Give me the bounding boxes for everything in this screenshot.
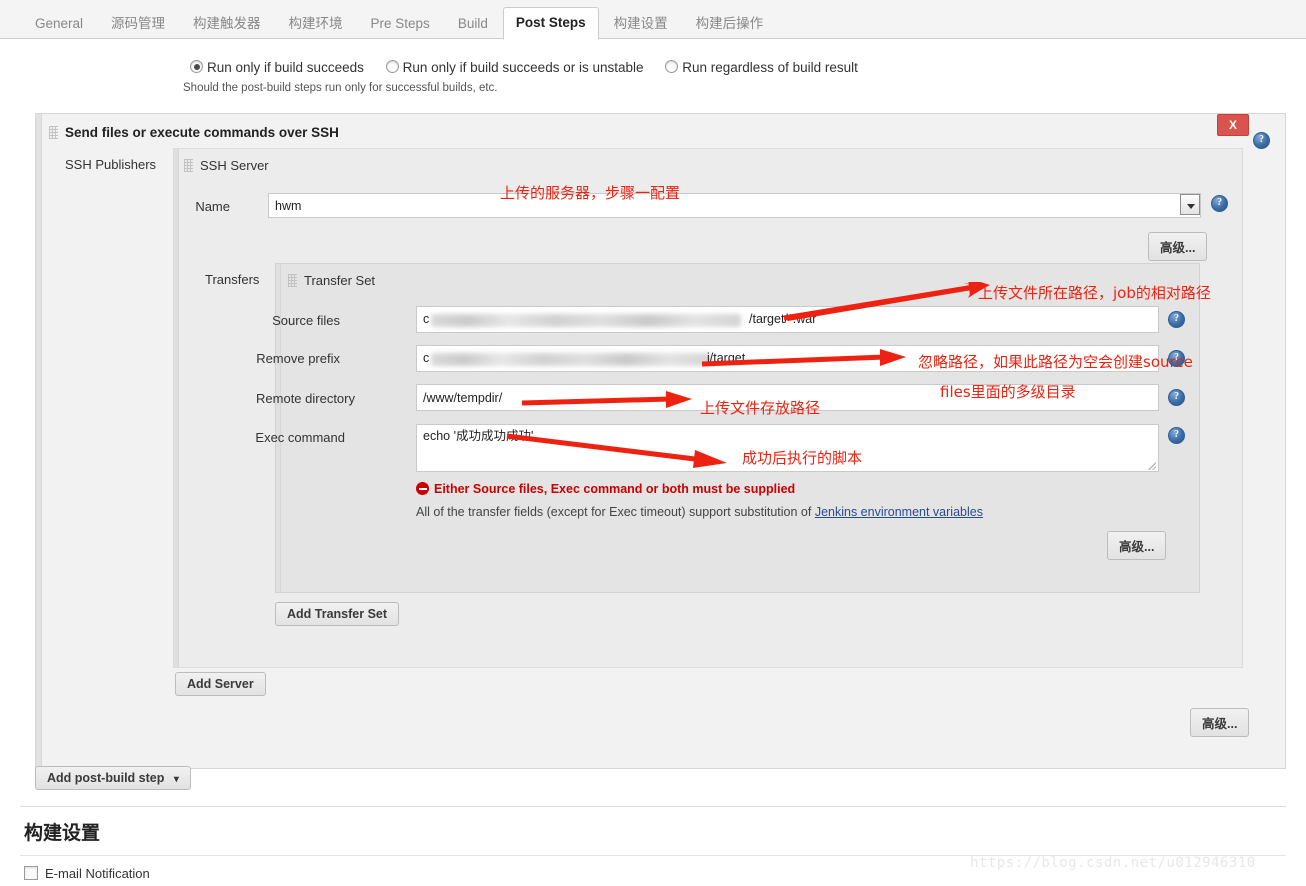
annotation-source-files: 上传文件所在路径，job的相对路径 [978, 284, 1211, 302]
tab-post-build-actions[interactable]: 构建后操作 [683, 8, 777, 40]
tab-build-environment[interactable]: 构建环境 [276, 8, 356, 40]
source-files-label: Source files [272, 313, 340, 328]
tab-build-triggers[interactable]: 构建触发器 [180, 8, 274, 40]
radio-button-icon[interactable] [385, 60, 399, 73]
transfer-set-title: Transfer Set [288, 273, 375, 288]
block-drag-bar[interactable] [36, 114, 42, 768]
ssh-server-title-text: SSH Server [200, 158, 269, 173]
help-icon[interactable]: ? [1168, 427, 1185, 444]
validation-error: Either Source files, Exec command or bot… [416, 482, 795, 496]
server-name-input[interactable] [268, 193, 1201, 218]
build-settings-heading: 构建设置 [24, 822, 101, 844]
transfer-set-title-text: Transfer Set [304, 273, 376, 288]
run-condition-help-text: Should the post-build steps run only for… [183, 82, 498, 94]
chevron-down-icon[interactable] [1180, 194, 1200, 215]
run-condition-option-regardless[interactable]: Run regardless of build result [665, 58, 858, 78]
error-icon [416, 482, 429, 495]
redacted-path-blur [431, 353, 711, 366]
help-icon[interactable]: ? [1168, 311, 1185, 328]
annotation-arrow-remote-directory [521, 391, 692, 408]
transfer-fields-note: All of the transfer fields (except for E… [416, 505, 983, 519]
exec-command-label: Exec command [255, 430, 345, 445]
close-button[interactable]: X [1217, 114, 1249, 136]
textarea-resize-handle[interactable] [1148, 462, 1156, 470]
source-files-visible-prefix: c [423, 312, 430, 326]
run-condition-label-0: Run only if build succeeds [207, 60, 364, 75]
jenkins-env-vars-link[interactable]: Jenkins environment variables [815, 505, 983, 519]
remove-prefix-label: Remove prefix [256, 351, 340, 366]
checkbox-icon[interactable] [24, 866, 38, 880]
add-server-button[interactable]: Add Server [175, 672, 266, 696]
run-condition-group: Run only if build succeeds Run only if b… [0, 58, 1306, 94]
annotation-arrow-source-files [783, 282, 990, 321]
annotation-arrow-exec-command [506, 433, 727, 468]
run-condition-label-1: Run only if build succeeds or is unstabl… [402, 60, 644, 75]
tab-general[interactable]: General [22, 8, 96, 40]
ssh-publishers-label: SSH Publishers [65, 157, 157, 172]
transfers-label: Transfers [205, 272, 260, 287]
validation-error-text: Either Source files, Exec command or bot… [434, 482, 796, 496]
email-notification-label: E-mail Notification [45, 866, 150, 881]
add-post-build-step-button[interactable]: Add post-build step ▾ [35, 766, 191, 790]
annotation-server: 上传的服务器，步骤一配置 [500, 184, 681, 202]
ssh-block-title: Send files or execute commands over SSH [49, 125, 339, 140]
tab-build-settings[interactable]: 构建设置 [601, 8, 681, 40]
ssh-block-advanced-button[interactable]: 高级... [1190, 708, 1250, 737]
add-transfer-set-button[interactable]: Add Transfer Set [275, 602, 400, 626]
tab-post-steps[interactable]: Post Steps [502, 7, 599, 40]
ssh-block-title-text: Send files or execute commands over SSH [65, 125, 339, 140]
run-condition-options: Run only if build succeeds Run only if b… [0, 58, 1306, 78]
help-icon[interactable]: ? [1168, 389, 1185, 406]
server-advanced-button[interactable]: 高级... [1148, 232, 1208, 261]
annotation-arrow-remove-prefix [701, 349, 906, 367]
run-condition-option-succeeds[interactable]: Run only if build succeeds [190, 58, 364, 78]
watermark: https://blog.csdn.net/u012946310 [970, 855, 1256, 871]
remote-directory-label: Remote directory [256, 391, 355, 406]
remove-prefix-visible-prefix: c [423, 351, 430, 365]
radio-button-icon[interactable] [665, 60, 679, 73]
tab-build[interactable]: Build [445, 8, 501, 40]
drag-handle-icon[interactable] [288, 274, 297, 287]
section-divider [20, 806, 1286, 807]
annotation-exec-command: 成功后执行的脚本 [742, 449, 863, 467]
annotation-remove-prefix-line1: 忽略路径，如果此路径为空会创建source [918, 353, 1193, 371]
chevron-down-icon: ▾ [173, 774, 179, 785]
server-panel-drag-bar[interactable] [174, 149, 179, 667]
help-icon[interactable]: ? [1253, 132, 1270, 149]
ssh-server-title: SSH Server [184, 158, 269, 173]
name-label: Name [195, 199, 230, 214]
server-name-select[interactable] [268, 193, 1201, 218]
annotation-remove-prefix-line2: files里面的多级目录 [940, 383, 1076, 401]
add-post-build-step-label: Add post-build step [47, 771, 165, 785]
note-prefix-text: All of the transfer fields (except for E… [416, 505, 815, 519]
drag-handle-icon[interactable] [184, 159, 193, 172]
transfer-advanced-button[interactable]: 高级... [1107, 531, 1167, 560]
help-icon[interactable]: ? [1211, 195, 1228, 212]
tab-source-management[interactable]: 源码管理 [98, 8, 178, 40]
annotation-remote-directory: 上传文件存放路径 [700, 399, 821, 417]
run-condition-option-unstable[interactable]: Run only if build succeeds or is unstabl… [385, 58, 644, 78]
tab-list: General 源码管理 构建触发器 构建环境 Pre Steps Build … [0, 0, 1306, 40]
redacted-path-blur [431, 314, 741, 327]
radio-button-icon[interactable] [190, 60, 203, 73]
drag-handle-icon[interactable] [49, 126, 58, 139]
tab-pre-steps[interactable]: Pre Steps [358, 8, 443, 40]
run-condition-label-2: Run regardless of build result [682, 60, 858, 75]
email-notification-row[interactable]: E-mail Notification [24, 866, 150, 881]
config-tab-bar: General 源码管理 构建触发器 构建环境 Pre Steps Build … [0, 0, 1306, 40]
